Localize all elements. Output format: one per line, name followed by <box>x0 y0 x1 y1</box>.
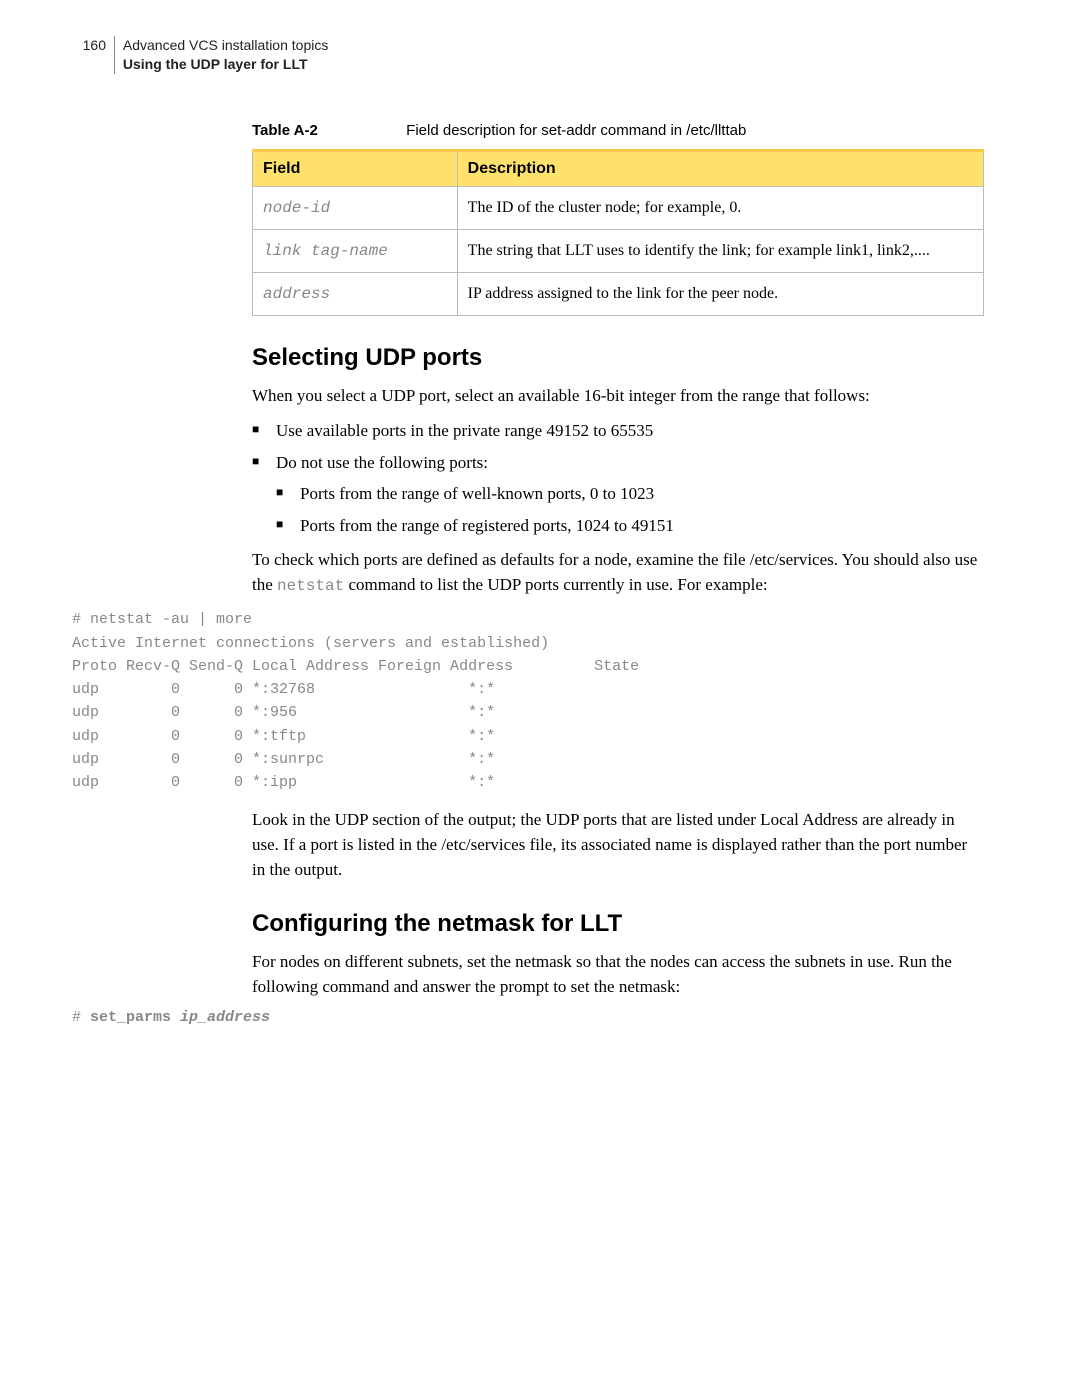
table-row: address IP address assigned to the link … <box>253 272 984 315</box>
cmd-prompt: # <box>72 1009 90 1026</box>
list-item: Ports from the range of well-known ports… <box>276 481 984 507</box>
page-number: 160 <box>72 36 106 55</box>
header-titles: Advanced VCS installation topics Using t… <box>114 36 328 74</box>
heading-selecting-udp-ports: Selecting UDP ports <box>252 344 984 372</box>
table-row: node-id The ID of the cluster node; for … <box>253 186 984 229</box>
th-field: Field <box>253 150 458 186</box>
nested-bullet-list: Ports from the range of well-known ports… <box>276 481 984 538</box>
code-block: # netstat -au | more Active Internet con… <box>72 608 984 794</box>
cell-field: address <box>253 272 458 315</box>
table-caption: Table A-2 Field description for set-addr… <box>252 122 984 139</box>
table-row: link tag-name The string that LLT uses t… <box>253 229 984 272</box>
bullet-list: Use available ports in the private range… <box>252 418 984 538</box>
cell-desc: The string that LLT uses to identify the… <box>457 229 983 272</box>
para: To check which ports are defined as defa… <box>252 548 984 598</box>
table-number: Table A-2 <box>252 122 402 139</box>
para-part: command to list the UDP ports currently … <box>344 575 767 594</box>
para: When you select a UDP port, select an av… <box>252 384 984 409</box>
cell-desc: IP address assigned to the link for the … <box>457 272 983 315</box>
running-header: 160 Advanced VCS installation topics Usi… <box>72 36 984 74</box>
list-item-text: Do not use the following ports: <box>276 453 488 472</box>
th-description: Description <box>457 150 983 186</box>
main-content: Table A-2 Field description for set-addr… <box>252 122 984 1027</box>
field-table: Field Description node-id The ID of the … <box>252 149 984 316</box>
cell-field: node-id <box>253 186 458 229</box>
cell-desc: The ID of the cluster node; for example,… <box>457 186 983 229</box>
list-item: Use available ports in the private range… <box>252 418 984 444</box>
list-item: Do not use the following ports: Ports fr… <box>252 450 984 539</box>
table-header-row: Field Description <box>253 150 984 186</box>
cmd-arg: ip_address <box>180 1009 270 1026</box>
heading-configuring-netmask: Configuring the netmask for LLT <box>252 910 984 938</box>
inline-code: netstat <box>277 577 344 595</box>
para: Look in the UDP section of the output; t… <box>252 808 984 882</box>
para: For nodes on different subnets, set the … <box>252 950 984 999</box>
page: 160 Advanced VCS installation topics Usi… <box>0 0 1080 1388</box>
cmd-name: set_parms <box>90 1009 180 1026</box>
header-line1: Advanced VCS installation topics <box>123 36 328 55</box>
header-line2: Using the UDP layer for LLT <box>123 55 328 74</box>
cell-field: link tag-name <box>253 229 458 272</box>
command-line: # set_parms ip_address <box>72 1009 984 1026</box>
list-item: Ports from the range of registered ports… <box>276 513 984 539</box>
table-caption-text: Field description for set-addr command i… <box>406 122 746 139</box>
